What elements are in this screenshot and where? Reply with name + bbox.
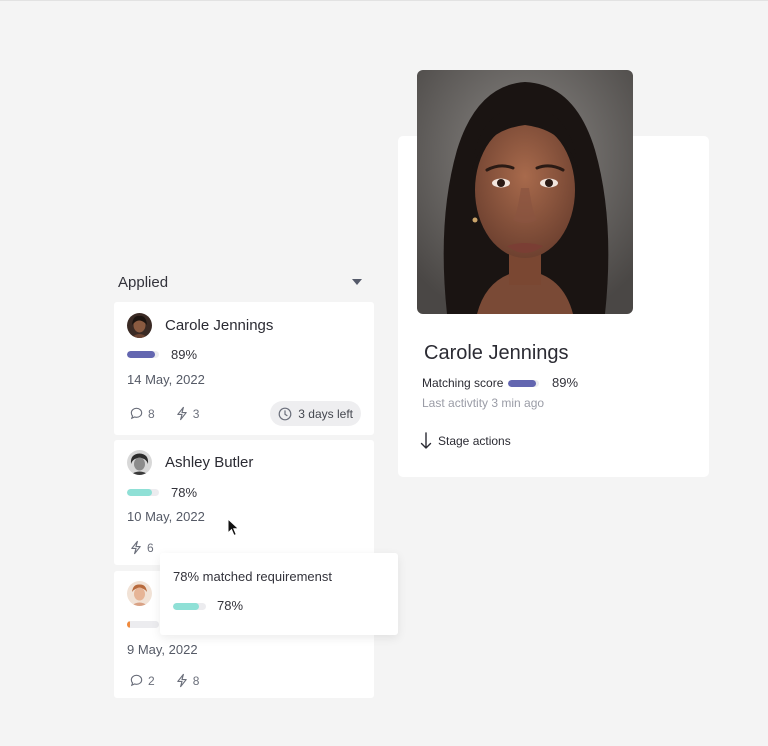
match-tooltip: 78% matched requiremenst 78%	[160, 553, 398, 635]
match-bar	[173, 603, 206, 610]
candidate-card[interactable]: Carole Jennings 89% 14 May, 2022 8 3 3 d…	[114, 302, 374, 435]
action-count: 3	[192, 406, 200, 421]
match-bar-fill	[173, 603, 199, 610]
profile-name: Carole Jennings	[424, 342, 569, 364]
clock-icon	[278, 407, 292, 420]
arrow-down-icon	[420, 432, 432, 449]
avatar	[127, 450, 152, 475]
match-bar-fill	[127, 489, 152, 496]
last-activity: Last activtity 3 min ago	[422, 396, 545, 410]
column-header[interactable]: Applied	[118, 271, 364, 293]
chevron-down-icon[interactable]	[352, 279, 362, 285]
mouse-cursor-icon	[227, 518, 240, 537]
comment-icon	[130, 674, 143, 687]
lightning-icon	[131, 540, 141, 555]
action-count: 8	[192, 673, 200, 688]
card-meta: 2 8	[129, 673, 199, 688]
match-bar	[508, 380, 539, 387]
action-count: 6	[147, 540, 154, 555]
avatar	[127, 581, 152, 606]
candidate-card[interactable]: Ashley Butler 78% 10 May, 2022 6	[114, 440, 374, 565]
match-bar	[127, 351, 159, 358]
match-percent: 78%	[217, 598, 244, 613]
match-percent: 78%	[171, 485, 198, 500]
card-meta: 8 3	[129, 406, 199, 421]
candidate-name[interactable]: Carole Jennings	[165, 317, 273, 334]
applied-date: 14 May, 2022	[127, 372, 205, 387]
avatar	[127, 313, 152, 338]
column-title: Applied	[118, 273, 169, 291]
match-bar	[127, 489, 159, 496]
matching-score-label: Matching score	[422, 376, 504, 390]
deadline-text: 3 days left	[298, 406, 353, 421]
applied-date: 10 May, 2022	[127, 509, 205, 524]
match-percent: 89%	[552, 375, 579, 390]
deadline-badge: 3 days left	[270, 401, 361, 426]
comment-icon	[130, 407, 143, 420]
match-bar-fill	[127, 621, 130, 628]
lightning-icon	[176, 406, 187, 421]
applied-date: 9 May, 2022	[127, 642, 198, 657]
match-bar	[127, 621, 159, 628]
comment-count: 8	[148, 406, 155, 421]
candidate-name[interactable]: Ashley Butler	[165, 454, 253, 471]
candidate-photo	[417, 70, 633, 314]
tooltip-title: 78% matched requiremenst	[173, 569, 332, 584]
match-bar-fill	[127, 351, 156, 358]
stage-actions-button[interactable]: Stage actions	[420, 432, 511, 450]
lightning-icon	[176, 673, 187, 688]
stage-actions-label: Stage actions	[438, 434, 511, 448]
comment-count: 2	[148, 673, 155, 688]
match-bar-fill	[508, 380, 536, 387]
card-meta: 6	[129, 540, 154, 555]
match-percent: 89%	[171, 347, 198, 362]
